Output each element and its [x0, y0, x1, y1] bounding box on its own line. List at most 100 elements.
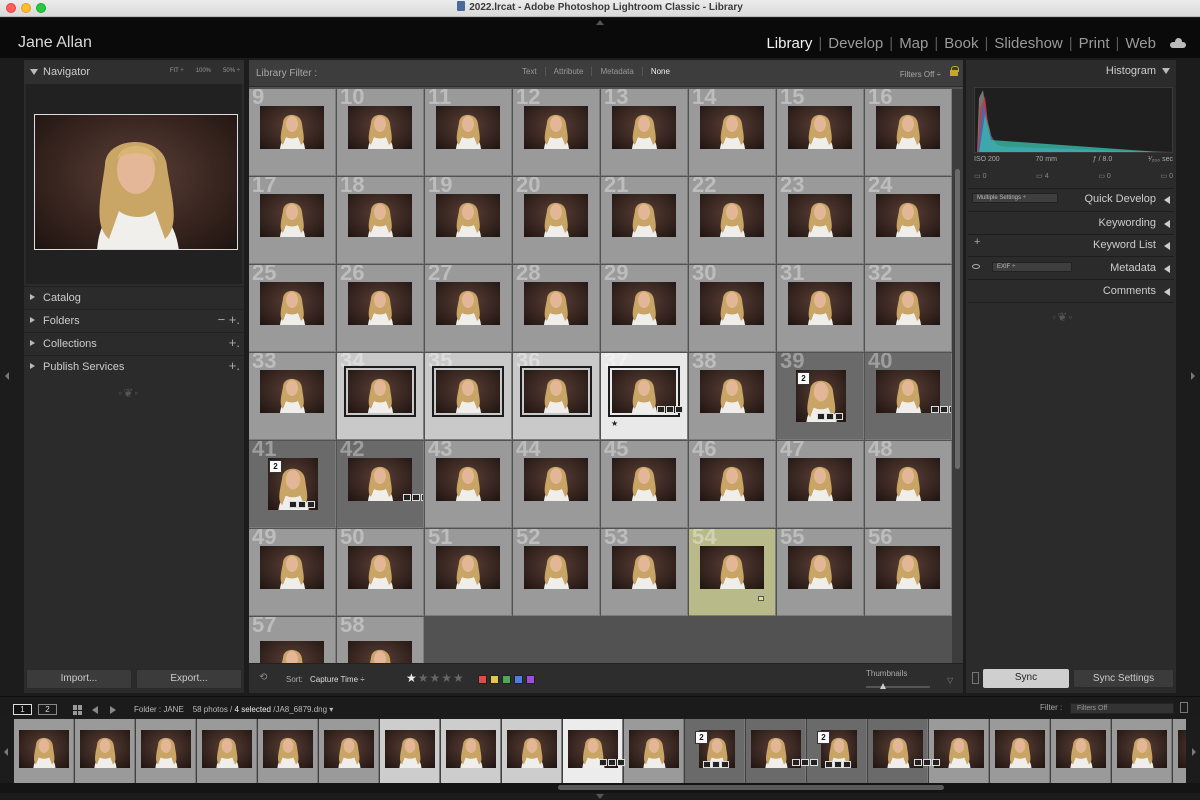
filmstrip-cell[interactable] [502, 719, 562, 783]
filmstrip-thumbnail[interactable] [507, 730, 557, 768]
grid-cell[interactable]: 46 [689, 441, 776, 528]
grid-cell[interactable]: 32 [865, 265, 952, 352]
filmstrip-cell[interactable] [136, 719, 196, 783]
grid-cell[interactable]: 25 [249, 265, 336, 352]
photo-thumbnail[interactable] [524, 458, 588, 501]
photo-thumbnail[interactable] [876, 546, 940, 589]
panel-folders[interactable]: Folders − +. [24, 309, 244, 331]
grid-cell[interactable]: 37 ★ [601, 353, 688, 440]
color-label-filter-button[interactable] [514, 675, 523, 684]
grid-cell[interactable]: 33 [249, 353, 336, 440]
color-label-filter-button[interactable] [478, 675, 487, 684]
back-arrow-icon[interactable] [92, 706, 98, 714]
histogram[interactable] [974, 87, 1173, 153]
keyword-list-header[interactable]: Keyword List [966, 234, 1176, 256]
module-map[interactable]: Map [893, 35, 934, 52]
stack-count-badge[interactable]: 2 [817, 731, 830, 744]
grid-cell[interactable]: 13 [601, 89, 688, 176]
thumbnail-badges[interactable] [914, 759, 940, 766]
grid-cell[interactable]: 54 [689, 529, 776, 616]
photo-thumbnail[interactable] [432, 366, 504, 417]
filmstrip-cell[interactable] [624, 719, 684, 783]
metadata-header[interactable]: Metadata [966, 257, 1176, 279]
filmstrip-cell[interactable] [441, 719, 501, 783]
module-book[interactable]: Book [938, 35, 984, 52]
grid-cell[interactable]: 39 2 [777, 353, 864, 440]
clip-value-3[interactable]: ▭ 0 [1098, 172, 1110, 180]
grid-cell[interactable]: 21 [601, 177, 688, 264]
badge-icon[interactable] [666, 406, 674, 413]
grid-cell[interactable]: 19 [425, 177, 512, 264]
forward-arrow-icon[interactable] [110, 706, 116, 714]
filmstrip-cell[interactable] [380, 719, 440, 783]
thumbnail-badges[interactable] [289, 501, 315, 508]
stack-count-badge[interactable]: 2 [695, 731, 708, 744]
rating-filter[interactable]: ★★★★★ [406, 671, 465, 685]
photo-thumbnail[interactable] [524, 546, 588, 589]
filmstrip-thumbnail[interactable] [934, 730, 984, 768]
badge-icon[interactable] [792, 759, 800, 766]
grid-cell[interactable]: 34 [337, 353, 424, 440]
badge-icon[interactable] [657, 406, 665, 413]
photo-thumbnail[interactable] [788, 282, 852, 325]
import-button[interactable]: Import... [26, 669, 132, 689]
photo-thumbnail[interactable] [260, 194, 324, 237]
badge-icon[interactable] [931, 406, 939, 413]
badge-icon[interactable] [834, 761, 842, 768]
photo-thumbnail[interactable] [524, 106, 588, 149]
zoom-100[interactable]: 100% [196, 68, 211, 74]
photo-thumbnail[interactable] [260, 370, 324, 413]
filter-tab-none[interactable]: None [641, 67, 678, 76]
filmstrip-cell[interactable] [258, 719, 318, 783]
badge-icon[interactable] [617, 759, 625, 766]
badge-icon[interactable] [835, 413, 843, 420]
cloud-sync-icon[interactable] [1170, 38, 1186, 48]
painter-icon[interactable]: ⟲ [259, 672, 267, 683]
auto-sync-switch[interactable] [972, 672, 979, 684]
thumbnail-badges[interactable] [703, 761, 729, 768]
photo-thumbnail[interactable] [876, 458, 940, 501]
filmstrip-thumbnail[interactable] [141, 730, 191, 768]
filmstrip-thumbnail[interactable] [80, 730, 130, 768]
clip-value-2[interactable]: ▭ 4 [1036, 172, 1048, 180]
photo-thumbnail[interactable] [612, 106, 676, 149]
thumbnail-badges[interactable] [657, 406, 683, 413]
hide-filmstrip-arrow-icon[interactable] [596, 794, 604, 799]
filmstrip-thumbnail[interactable] [19, 730, 69, 768]
photo-thumbnail[interactable] [788, 458, 852, 501]
filmstrip-scroll-thumb[interactable] [558, 785, 944, 790]
photo-thumbnail[interactable] [876, 282, 940, 325]
grid-cell[interactable]: 28 [513, 265, 600, 352]
module-library[interactable]: Library [760, 35, 818, 52]
toolbar-menu-chevron-icon[interactable]: ▽ [947, 676, 953, 685]
badge-icon[interactable] [826, 413, 834, 420]
photo-thumbnail[interactable] [260, 546, 324, 589]
photo-thumbnail[interactable] [524, 282, 588, 325]
star-icons[interactable]: ★★★★ [418, 671, 465, 685]
grid-cell[interactable]: 53 [601, 529, 688, 616]
panel-collections[interactable]: Collections +. [24, 332, 244, 354]
grid-scrollbar[interactable] [952, 89, 963, 663]
photo-thumbnail[interactable] [260, 282, 324, 325]
color-label-filter-button[interactable] [502, 675, 511, 684]
filmstrip-thumbnail[interactable] [629, 730, 679, 768]
filmstrip-source-info[interactable]: Folder : JANE 58 photos / 4 selected /JA… [134, 705, 333, 714]
grid-cell[interactable]: 12 [513, 89, 600, 176]
badge-icon[interactable] [817, 413, 825, 420]
grid-cell[interactable]: 50 [337, 529, 424, 616]
grid-cell[interactable]: 43 [425, 441, 512, 528]
filmstrip-filter-dropdown[interactable]: Filters Off [1070, 703, 1174, 714]
badge-icon[interactable] [914, 759, 922, 766]
zoom-50[interactable]: 50% ÷ [223, 68, 240, 74]
filmstrip-cell[interactable] [563, 719, 625, 783]
filmstrip-filter-switch[interactable] [1180, 702, 1188, 713]
photo-thumbnail[interactable] [700, 458, 764, 501]
grid-cell[interactable]: 41 2 [249, 441, 336, 528]
filmstrip-thumbnail[interactable] [446, 730, 496, 768]
photo-thumbnail[interactable] [348, 194, 412, 237]
clip-value-1[interactable]: ▭ 0 [974, 172, 986, 180]
badge-icon[interactable] [403, 494, 411, 501]
photo-thumbnail[interactable] [700, 106, 764, 149]
filmstrip-cell[interactable]: 2 [807, 719, 867, 783]
grid-cell[interactable]: 24 [865, 177, 952, 264]
